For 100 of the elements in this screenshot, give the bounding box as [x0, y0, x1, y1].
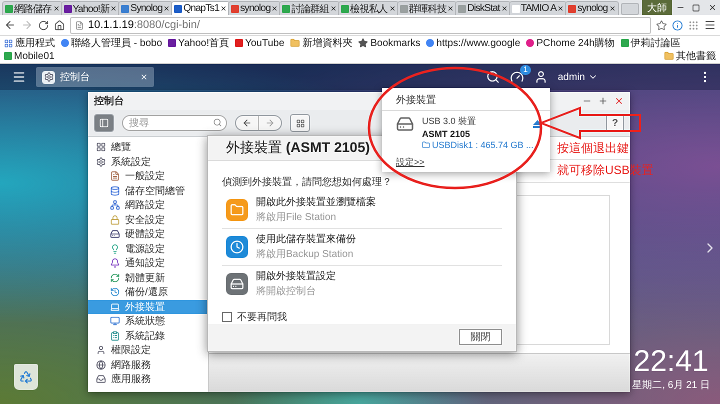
- star-icon[interactable]: [656, 20, 667, 30]
- site-icon: [64, 4, 72, 12]
- folder-icon: [422, 141, 430, 149]
- close-icon[interactable]: [271, 5, 278, 12]
- popup-title: 外接裝置: [382, 88, 550, 111]
- back-icon[interactable]: [4, 19, 16, 31]
- dialog-option[interactable]: 開啟外接裝置設定 將開啟控制台: [222, 264, 502, 302]
- annotation-text: 按這個退出鍵: [557, 140, 629, 157]
- window-title: 控制台: [94, 94, 124, 108]
- close-icon[interactable]: [608, 5, 616, 12]
- close-icon[interactable]: [500, 5, 508, 12]
- sidebar-item[interactable]: 網路設定: [88, 198, 208, 212]
- bookmark-link[interactable]: Yahoo!首頁: [168, 37, 230, 49]
- sidebar-item[interactable]: 通知設定: [88, 256, 208, 270]
- maximize-icon[interactable]: [598, 96, 608, 106]
- close-icon[interactable]: [447, 5, 454, 12]
- bookmark-link[interactable]: 新增資料夾: [290, 37, 352, 49]
- bookmark-link[interactable]: YouTube: [235, 37, 284, 49]
- app-tab[interactable]: 控制台: [36, 67, 154, 87]
- bookmark-link[interactable]: 伊莉討論區: [620, 37, 681, 49]
- browser-tab[interactable]: DiskStat: [455, 1, 511, 15]
- search-icon[interactable]: [486, 70, 500, 84]
- site-icon: [620, 39, 629, 47]
- reload-icon[interactable]: [38, 20, 49, 30]
- close-icon[interactable]: [220, 5, 228, 12]
- drive-icon: [396, 115, 414, 133]
- clock-time: 22:41: [634, 346, 709, 378]
- maximize-icon[interactable]: [692, 4, 700, 12]
- bookmark-link[interactable]: 聯絡人管理員 - bobo: [61, 37, 162, 49]
- sidebar-item[interactable]: 儲存空間總管: [88, 184, 208, 198]
- forward-icon: [265, 118, 275, 128]
- sidebar-item[interactable]: 應用服務: [88, 372, 208, 386]
- browser-tab[interactable]: Yahoo!新: [60, 1, 120, 15]
- close-icon[interactable]: [388, 5, 396, 12]
- sidebar-toggle-button[interactable]: [94, 114, 114, 132]
- dialog-option[interactable]: 開啟此外接裝置並瀏覽檔案 將啟用File Station: [222, 192, 502, 228]
- sidebar-item[interactable]: 備份/還原: [88, 285, 208, 300]
- sidebar-item[interactable]: 網路服務: [88, 358, 208, 372]
- gauge-icon[interactable]: [510, 70, 524, 84]
- history-icon: [110, 287, 120, 298]
- sidebar-item[interactable]: 電源設定: [88, 242, 208, 256]
- sidebar-item[interactable]: 安全設定: [88, 212, 208, 227]
- dialog-option[interactable]: 使用此儲存裝置來備份 將啟用Backup Station: [222, 228, 502, 265]
- menu-icon[interactable]: [704, 19, 716, 31]
- close-button[interactable]: 關閉: [459, 329, 502, 346]
- browser-tab[interactable]: TAMIO A: [508, 1, 568, 15]
- menu-icon[interactable]: [12, 70, 26, 84]
- dont-ask-checkbox[interactable]: 不要再問我: [222, 310, 502, 324]
- user-icon[interactable]: [534, 70, 548, 84]
- sidebar-item[interactable]: 系統記錄: [88, 328, 208, 343]
- sidebar-item[interactable]: 權限設定: [88, 343, 208, 358]
- sidebar-item[interactable]: 韌體更新: [88, 270, 208, 285]
- bookmark-folder[interactable]: 其他書籤: [664, 50, 716, 62]
- close-icon[interactable]: [708, 3, 716, 12]
- sidebar-item[interactable]: 系統設定: [88, 154, 208, 169]
- bookmark-link[interactable]: PChome 24h購物: [526, 37, 615, 49]
- monitor-icon: [110, 316, 120, 326]
- close-icon[interactable]: [557, 5, 564, 12]
- eject-icon[interactable]: [533, 120, 542, 128]
- site-icon: [458, 4, 466, 12]
- sidebar-item[interactable]: 總覽: [88, 140, 208, 154]
- home-icon[interactable]: [54, 20, 65, 30]
- page-icon: [75, 20, 84, 30]
- browser-tab[interactable]: QnapTs1: [171, 1, 230, 15]
- sidebar-item[interactable]: 系統狀態: [88, 314, 208, 328]
- browser-tab[interactable]: Synolog: [118, 1, 174, 15]
- annotation-text: 就可移除USB裝置: [557, 162, 654, 179]
- extension-icon[interactable]: [672, 20, 683, 30]
- bookmark-link[interactable]: 應用程式: [4, 37, 55, 49]
- folder-icon: [664, 51, 674, 61]
- network-icon: [110, 200, 120, 210]
- bookmark-link[interactable]: https://www.google: [426, 37, 520, 49]
- refresh-icon: [110, 272, 120, 283]
- lock-icon: [110, 214, 120, 225]
- search-field[interactable]: 搜尋: [122, 115, 227, 131]
- site-icon: [168, 39, 176, 47]
- profile-button[interactable]: 大師: [642, 0, 672, 15]
- browser-tab[interactable]: 檢視私人: [338, 1, 399, 15]
- close-icon[interactable]: [330, 5, 338, 12]
- sidebar-item[interactable]: 硬體設定: [88, 227, 208, 242]
- browser-tab[interactable]: 討論群組: [279, 1, 340, 15]
- sidebar-item[interactable]: 一般設定: [88, 169, 208, 184]
- url-field[interactable]: 10.1.1.19:8080/cgi-bin/: [70, 16, 651, 34]
- bookmark-link[interactable]: Bookmarks: [358, 37, 420, 49]
- browser-tab[interactable]: 群暉科技: [396, 1, 458, 15]
- apps-button[interactable]: [290, 114, 310, 132]
- browser-tab[interactable]: synolog: [228, 1, 282, 15]
- recycle-bin-icon[interactable]: [14, 364, 38, 390]
- close-icon[interactable]: [163, 5, 170, 12]
- bookmark-link[interactable]: Mobile01: [4, 50, 55, 62]
- folder-app-icon: [226, 198, 248, 221]
- extension-icon[interactable]: [688, 20, 699, 30]
- user-menu[interactable]: admin: [558, 72, 598, 82]
- browser-tab[interactable]: 網路儲存: [2, 1, 63, 15]
- close-icon[interactable]: [52, 5, 60, 12]
- close-icon[interactable]: [110, 5, 118, 12]
- back-icon: [242, 118, 252, 128]
- site-icon: [341, 4, 350, 12]
- browser-tab[interactable]: synolog: [565, 1, 619, 15]
- globe-icon: [96, 360, 106, 370]
